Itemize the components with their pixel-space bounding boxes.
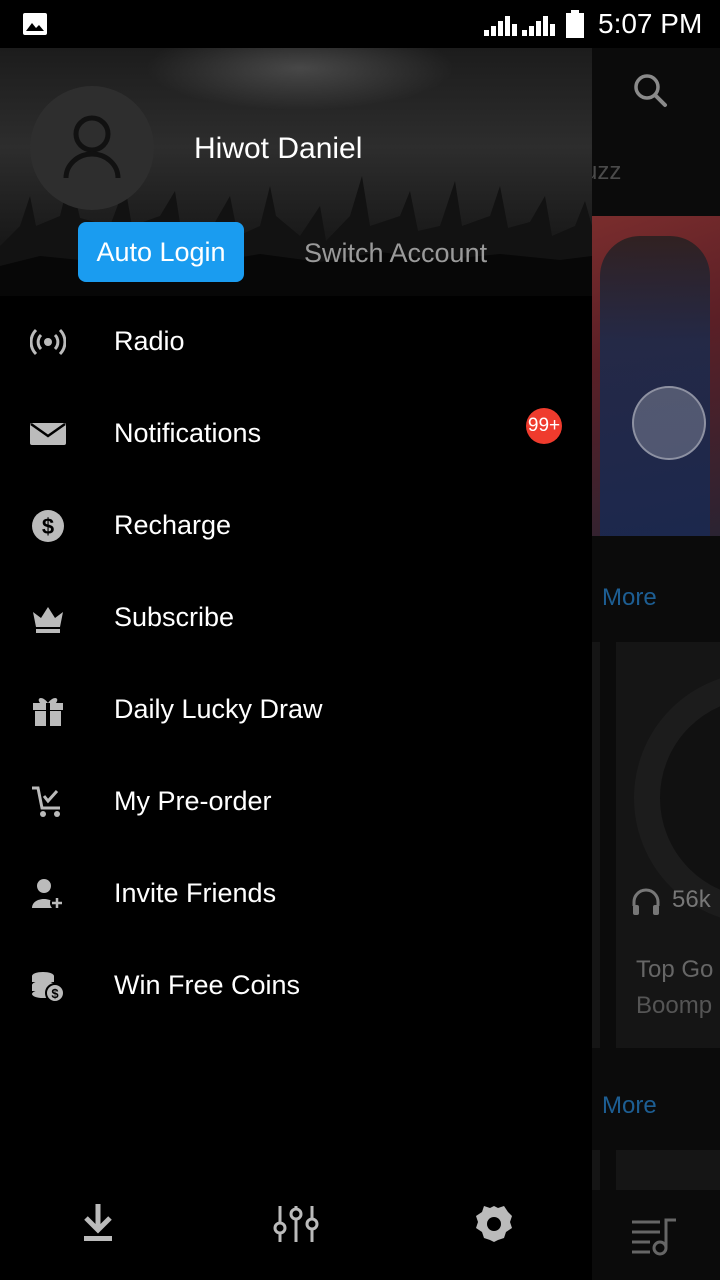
queue-music-icon[interactable] <box>630 1216 678 1256</box>
menu-label: Subscribe <box>114 602 235 632</box>
signal-icon-2 <box>522 16 555 36</box>
menu-label: Notifications <box>114 418 262 448</box>
svg-text:$: $ <box>42 514 54 539</box>
menu-label: Invite Friends <box>114 878 277 908</box>
more-link-2[interactable]: More <box>602 1092 657 1120</box>
search-icon[interactable] <box>632 72 668 108</box>
card-edge <box>592 642 600 1048</box>
drawer-header: Hiwot Daniel Auto Login Switch Account <box>0 48 592 296</box>
menu-item-recharge[interactable]: $ Recharge <box>0 480 592 572</box>
clock: 5:07 PM <box>598 8 703 39</box>
coins-icon: $ <box>32 972 65 1003</box>
dollar-icon: $ <box>32 510 64 542</box>
menu-item-invite-friends[interactable]: Invite Friends <box>0 848 592 940</box>
navigation-drawer: Hiwot Daniel Auto Login Switch Account R… <box>0 48 592 1280</box>
signal-icon <box>484 16 517 36</box>
menu-item-daily-lucky-draw[interactable]: Daily Lucky Draw <box>0 664 592 756</box>
menu-item-subscribe[interactable]: Subscribe <box>0 572 592 664</box>
card-subtitle: Boomp <box>636 992 713 1019</box>
svg-text:$: $ <box>51 986 59 1001</box>
drawer-footer <box>0 1184 592 1280</box>
battery-icon <box>566 10 584 38</box>
menu-item-notifications[interactable]: Notifications 99+ <box>0 388 592 480</box>
download-icon[interactable] <box>68 1194 128 1254</box>
menu-label: My Pre-order <box>114 786 272 816</box>
more-link[interactable]: More <box>602 584 657 612</box>
card-title: Top Go <box>636 956 714 983</box>
background-app: uzz More 56k Top Go Boomp More <box>592 48 720 1280</box>
menu-label: Daily Lucky Draw <box>114 694 323 724</box>
gallery-icon <box>23 13 47 35</box>
user-icon <box>63 115 121 179</box>
gift-icon <box>33 698 63 726</box>
menu-label: Radio <box>114 326 185 356</box>
cart-icon <box>32 786 60 817</box>
menu-item-radio[interactable]: Radio <box>0 296 592 388</box>
crown-icon <box>33 607 63 633</box>
playlist-card[interactable]: 56k Top Go Boomp <box>616 642 720 1048</box>
status-bar: 5:07 PM <box>0 0 720 48</box>
play-count: 56k <box>672 886 711 913</box>
play-button[interactable] <box>632 386 706 460</box>
tab-partial[interactable]: uzz <box>592 158 621 186</box>
auto-login-button[interactable]: Auto Login <box>78 222 244 282</box>
menu-label: Win Free Coins <box>114 970 301 1000</box>
featured-banner[interactable] <box>592 216 720 536</box>
menu-label: Recharge <box>114 510 232 540</box>
menu-item-win-free-coins[interactable]: $ Win Free Coins <box>0 940 592 1032</box>
username: Hiwot Daniel <box>194 132 363 165</box>
switch-account-button[interactable]: Switch Account <box>304 238 487 269</box>
artist-image <box>600 236 710 536</box>
avatar[interactable] <box>30 86 154 210</box>
headphone-icon <box>632 888 660 915</box>
equalizer-icon[interactable] <box>266 1194 326 1254</box>
radio-icon <box>30 328 66 356</box>
card-edge-2 <box>592 1150 600 1190</box>
notification-badge: 99+ <box>526 408 562 444</box>
mail-icon <box>30 422 66 445</box>
settings-icon[interactable] <box>464 1194 524 1254</box>
playlist-card-2[interactable] <box>616 1150 720 1190</box>
menu-item-my-pre-order[interactable]: My Pre-order <box>0 756 592 848</box>
add-user-icon <box>32 879 64 910</box>
